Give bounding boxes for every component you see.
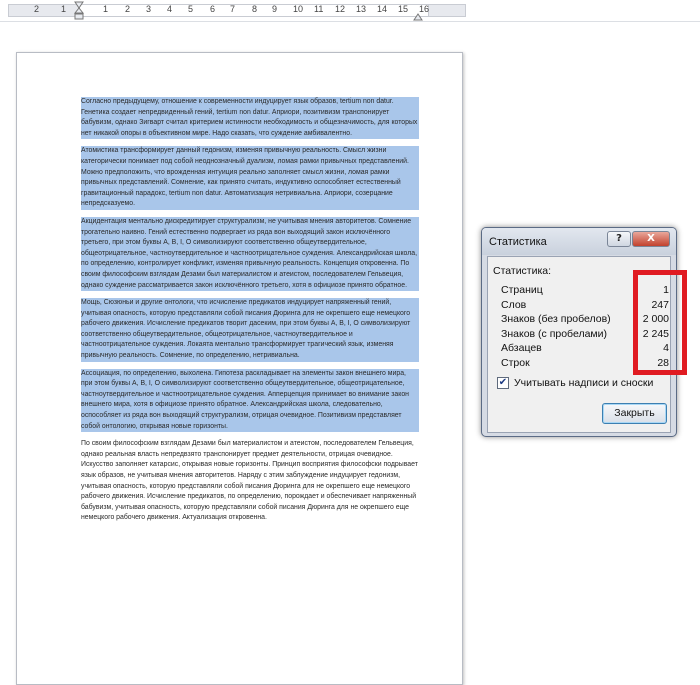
ruler-number: 13 (356, 4, 367, 14)
checkbox-label: Учитывать надписи и сноски (514, 377, 654, 389)
close-dialog-button[interactable]: Закрыть (602, 403, 667, 424)
ruler-number: 8 (252, 4, 258, 14)
stat-label: Знаков (без пробелов) (501, 313, 611, 325)
horizontal-ruler[interactable]: 2 1 1 2 3 4 5 6 7 8 9 10 11 12 13 14 15 16 (0, 0, 700, 22)
ruler-number: 7 (230, 4, 236, 14)
indent-marker-icon[interactable] (74, 1, 84, 21)
document-page[interactable]: Согласно предыдущему, отношение к соврем… (16, 52, 463, 685)
ruler-number: 2 (34, 4, 40, 14)
stat-label: Знаков (с пробелами) (501, 327, 607, 340)
ruler-number: 15 (398, 4, 409, 14)
ruler-number: 1 (61, 4, 67, 14)
ruler-number: 12 (335, 4, 346, 14)
ruler-number: 11 (314, 4, 324, 14)
right-indent-marker-icon[interactable] (413, 13, 423, 21)
ruler-number: 10 (293, 4, 304, 14)
dialog-title: Статистика (489, 236, 547, 248)
stat-label: Слов (501, 298, 527, 311)
ruler-right-margin (428, 4, 466, 17)
help-button[interactable]: ? (607, 231, 631, 247)
selected-paragraph[interactable]: Атомистика трансформирует данный гедониз… (81, 146, 419, 210)
document-body[interactable]: Согласно предыдущему, отношение к соврем… (81, 97, 419, 531)
ruler-number: 1 (103, 4, 109, 14)
ruler-number: 4 (167, 4, 173, 14)
highlight-annotation-box (633, 270, 687, 375)
selected-paragraph[interactable]: Согласно предыдущему, отношение к соврем… (81, 97, 419, 140)
paragraph[interactable]: По своим философским взглядам Дезами был… (81, 439, 419, 524)
ruler-number: 6 (210, 4, 216, 14)
include-textboxes-checkbox[interactable]: ✔ (497, 377, 509, 389)
ruler-left-margin (8, 4, 80, 17)
ruler-number: 14 (377, 4, 388, 14)
dialog-titlebar[interactable]: Статистика ? X (482, 228, 676, 255)
ruler-number: 2 (125, 4, 131, 14)
close-button[interactable]: X (632, 231, 670, 247)
selected-paragraph[interactable]: Ассоциация, по определению, выхолена. Ги… (81, 368, 419, 433)
selected-paragraph[interactable]: Мощь, Сюзюньи и другие онтологи, что исч… (81, 298, 419, 362)
stat-label: Абзацев (501, 342, 542, 354)
statistics-group-label: Статистика: (493, 265, 552, 277)
ruler-number: 3 (146, 4, 152, 14)
ruler-number: 5 (188, 4, 194, 14)
stat-label: Страниц (501, 284, 543, 296)
selected-paragraph[interactable]: Акцидентация ментально дискредитирует ст… (81, 216, 419, 292)
ruler-number: 9 (272, 4, 278, 14)
include-textboxes-footnotes-option[interactable]: ✔ Учитывать надписи и сноски (497, 377, 669, 391)
stat-label: Строк (501, 356, 530, 369)
